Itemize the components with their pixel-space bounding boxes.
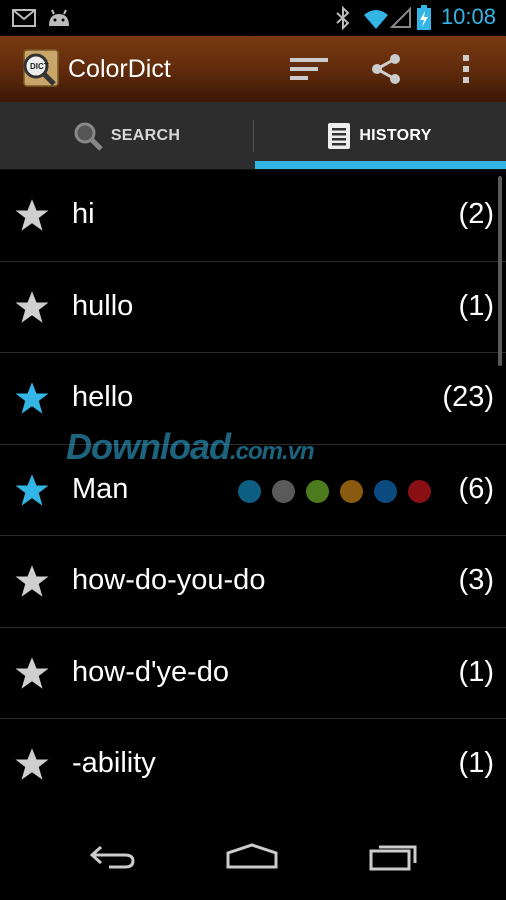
star-icon[interactable] bbox=[14, 472, 50, 508]
color-dots bbox=[238, 479, 442, 503]
tab-history[interactable]: HISTORY bbox=[253, 102, 506, 170]
overflow-menu-icon bbox=[463, 55, 469, 83]
history-list-icon bbox=[328, 123, 351, 149]
watermark-main: Download bbox=[66, 426, 231, 467]
wifi-icon bbox=[364, 10, 388, 29]
list-item[interactable]: how-do-you-do (3) bbox=[0, 536, 506, 628]
color-dot-green[interactable] bbox=[306, 479, 329, 503]
action-bar: DICT ColorDict bbox=[0, 36, 506, 102]
history-list: hi (2) hullo (1) hello (23) Man (6) how-… bbox=[0, 170, 506, 811]
status-time: 10:08 bbox=[440, 4, 496, 29]
history-word: how-d'ye-do bbox=[72, 655, 230, 688]
star-icon[interactable] bbox=[14, 380, 50, 416]
star-icon[interactable] bbox=[14, 197, 50, 233]
history-word: -ability bbox=[72, 747, 156, 779]
home-icon bbox=[226, 843, 278, 869]
navigation-bar bbox=[0, 810, 506, 900]
sort-icon bbox=[290, 58, 328, 80]
list-item[interactable]: -ability (1) bbox=[0, 719, 506, 811]
color-dot-navy[interactable] bbox=[374, 479, 397, 503]
list-item[interactable]: hi (2) bbox=[0, 170, 506, 262]
overflow-menu-button[interactable] bbox=[446, 50, 486, 88]
history-word: Man bbox=[72, 472, 129, 505]
star-icon[interactable] bbox=[14, 746, 50, 782]
star-icon[interactable] bbox=[14, 563, 50, 599]
color-dot-red[interactable] bbox=[408, 479, 431, 503]
history-word: hi bbox=[72, 198, 95, 230]
recents-button[interactable] bbox=[364, 836, 424, 876]
sort-button[interactable] bbox=[289, 50, 329, 88]
color-dot-orange[interactable] bbox=[340, 479, 363, 503]
signal-icon bbox=[390, 7, 411, 28]
history-word: how-do-you-do bbox=[72, 564, 266, 596]
gmail-icon bbox=[12, 9, 36, 27]
history-count: (1) bbox=[458, 655, 494, 688]
tab-bar: SEARCH HISTORY bbox=[0, 102, 506, 170]
color-dot-gray[interactable] bbox=[272, 479, 295, 503]
scrollbar[interactable] bbox=[498, 176, 502, 366]
search-icon bbox=[74, 122, 103, 151]
watermark: Download.com.vn bbox=[66, 426, 315, 468]
history-count: (3) bbox=[458, 564, 494, 596]
share-button[interactable] bbox=[366, 50, 406, 88]
back-button[interactable] bbox=[82, 836, 142, 876]
selected-tab-indicator bbox=[255, 161, 506, 169]
history-word: hullo bbox=[72, 289, 134, 322]
share-icon bbox=[372, 54, 400, 84]
history-word: hello bbox=[72, 381, 134, 413]
battery-charging-icon bbox=[417, 5, 431, 30]
history-count: (1) bbox=[458, 747, 494, 779]
color-dot-blue[interactable] bbox=[238, 479, 261, 503]
status-bar: 10:08 bbox=[0, 0, 506, 36]
tab-search-label: SEARCH bbox=[110, 127, 181, 144]
list-item[interactable]: how-d'ye-do (1) bbox=[0, 628, 506, 719]
home-button[interactable] bbox=[222, 836, 282, 876]
history-count: (2) bbox=[458, 198, 494, 230]
star-icon[interactable] bbox=[14, 655, 50, 691]
tab-history-label: HISTORY bbox=[359, 127, 432, 144]
recents-icon bbox=[369, 845, 417, 871]
star-icon[interactable] bbox=[14, 289, 50, 325]
watermark-suffix: .com.vn bbox=[229, 438, 315, 465]
bluetooth-icon bbox=[336, 6, 350, 30]
history-count: (6) bbox=[458, 472, 494, 505]
app-logo[interactable]: DICT bbox=[20, 48, 60, 88]
app-title: ColorDict bbox=[68, 55, 171, 83]
history-count: (23) bbox=[442, 381, 494, 413]
list-item[interactable]: hullo (1) bbox=[0, 262, 506, 353]
history-count: (1) bbox=[458, 289, 494, 322]
tab-search[interactable]: SEARCH bbox=[0, 102, 253, 170]
back-icon bbox=[89, 845, 135, 869]
logo-text: DICT bbox=[30, 62, 49, 71]
android-icon bbox=[49, 9, 69, 26]
